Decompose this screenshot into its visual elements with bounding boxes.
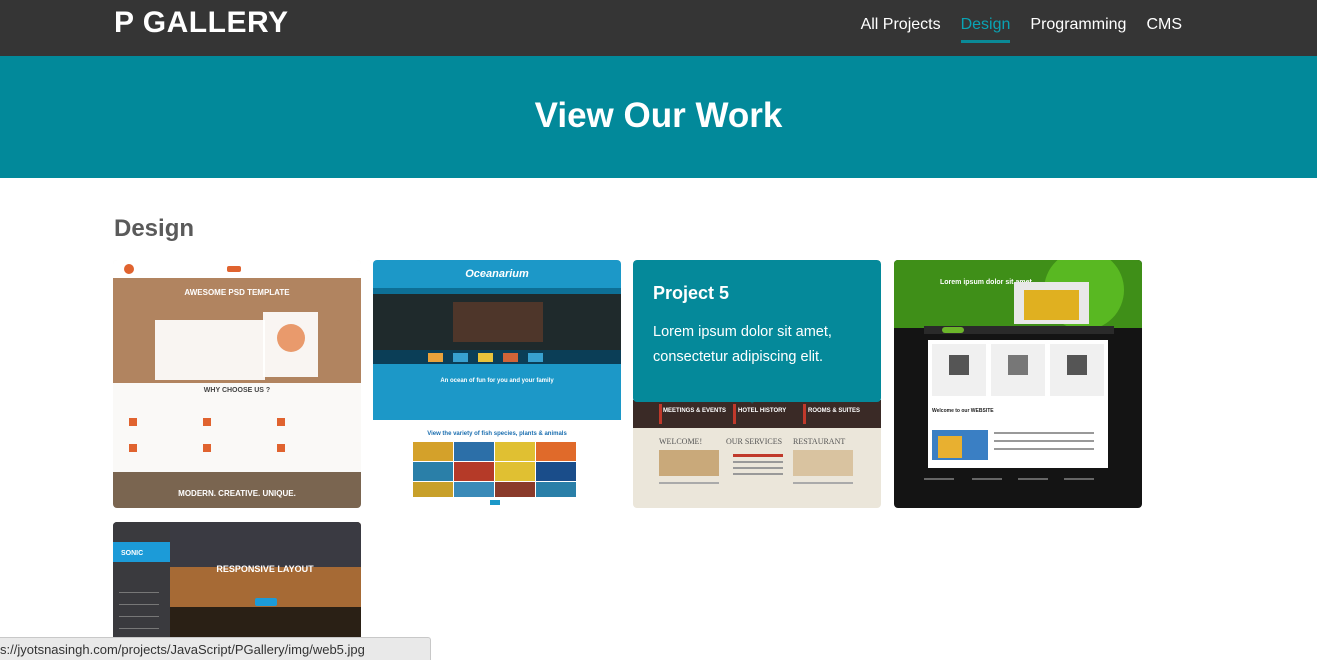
overlay-text: Lorem ipsum dolor sit amet, consectetur … xyxy=(653,324,832,365)
section-title: Design xyxy=(114,215,195,242)
thumb-text-3e: OUR SERVICES xyxy=(726,437,782,446)
overlay-title: Project 5 xyxy=(653,283,730,303)
gallery-item-3[interactable]: MEETINGS & EVENTS HOTEL HISTORY ROOMS & … xyxy=(633,260,881,508)
navbar: P GALLERY All Projects Design Programmin… xyxy=(0,0,1317,56)
project-thumbnail-2: Oceanarium An ocean of fun for you and y… xyxy=(373,260,621,508)
thumb-text-2c: View the variety of fish species, plants… xyxy=(427,431,567,437)
thumb-text-2a: Oceanarium xyxy=(465,268,529,280)
nav-cms[interactable]: CMS xyxy=(1146,16,1182,43)
thumb-text-3b: HOTEL HISTORY xyxy=(738,408,786,414)
thumb-text-2b: An ocean of fun for you and your family xyxy=(440,378,554,384)
thumb-text-5a: SONIC xyxy=(121,550,143,557)
project-thumbnail-1: AWESOME PSD TEMPLATE WHY CHOOSE US ? MOD… xyxy=(113,260,361,508)
thumb-text-1c: MODERN. CREATIVE. UNIQUE. xyxy=(178,489,296,498)
browser-status-url: s://jyotsnasingh.com/projects/JavaScript… xyxy=(0,637,431,660)
gallery-item-1[interactable]: AWESOME PSD TEMPLATE WHY CHOOSE US ? MOD… xyxy=(113,260,361,508)
gallery-item-2[interactable]: Oceanarium An ocean of fun for you and y… xyxy=(373,260,621,508)
gallery-item-5[interactable]: SONIC RESPONSIVE LAYOUT xyxy=(113,522,361,640)
project-overlay: Project 5 Lorem ipsum dolor sit amet, co… xyxy=(633,260,881,402)
thumb-text-3d: WELCOME! xyxy=(659,437,702,446)
hero-title: View Our Work xyxy=(534,96,783,135)
nav-menu: All Projects Design Programming CMS xyxy=(861,16,1182,43)
hero-banner: View Our Work xyxy=(0,56,1317,178)
thumb-text-1b: WHY CHOOSE US ? xyxy=(204,387,270,394)
nav-all-projects[interactable]: All Projects xyxy=(861,16,941,43)
thumb-text-4b: Welcome to our WEBSITE xyxy=(932,408,994,414)
thumb-text-5b: RESPONSIVE LAYOUT xyxy=(216,564,314,574)
thumb-text-3c: ROOMS & SUITES xyxy=(808,408,860,414)
nav-programming[interactable]: Programming xyxy=(1030,16,1126,43)
gallery-item-4[interactable]: Lorem ipsum dolor sit amet Welcome to ou… xyxy=(894,260,1142,508)
thumb-text-3a: MEETINGS & EVENTS xyxy=(663,408,726,414)
thumb-text-3f: RESTAURANT xyxy=(793,437,845,446)
project-thumbnail-4: Lorem ipsum dolor sit amet Welcome to ou… xyxy=(894,260,1142,508)
nav-design[interactable]: Design xyxy=(960,16,1011,43)
brand-logo[interactable]: P GALLERY xyxy=(114,6,289,40)
thumb-text-1a: AWESOME PSD TEMPLATE xyxy=(184,288,290,297)
project-thumbnail-5: SONIC RESPONSIVE LAYOUT xyxy=(113,522,361,640)
